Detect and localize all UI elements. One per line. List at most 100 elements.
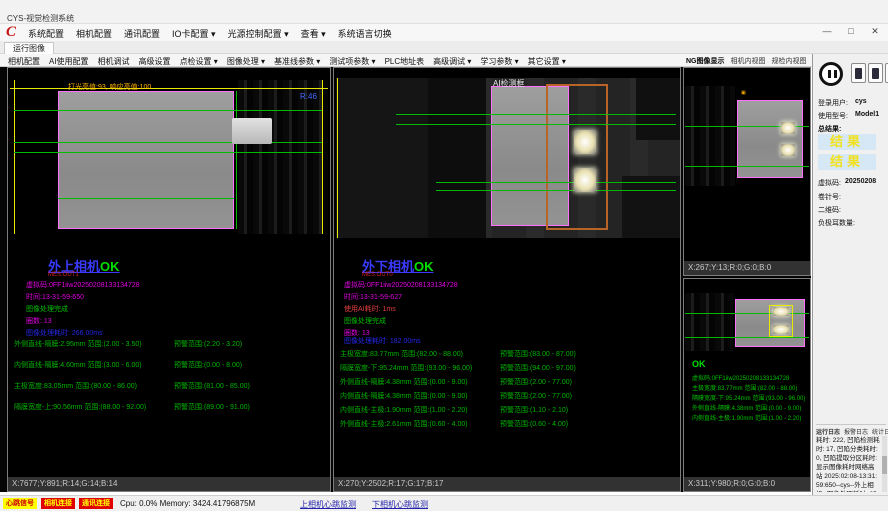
model-value[interactable]: Model1: [855, 111, 879, 118]
warning-range-text: 预警范围:(83.00 - 87.00): [500, 349, 576, 359]
log-tab-run[interactable]: 运行日志: [816, 427, 840, 436]
camera-image-upper[interactable]: 打光亮值:93, 响应亮值:100 R:46: [10, 80, 328, 234]
process-elapsed: 图像处理耗时: 266.00ms: [26, 328, 103, 338]
tab-run-image[interactable]: 运行图像: [4, 42, 54, 54]
upper-camera-heartbeat-link[interactable]: 上相机心跳监测: [300, 499, 356, 510]
measurement-text: 隔膜宽度-上:90.56mm 范围:(88.00 - 92.00): [14, 404, 146, 411]
maximize-icon[interactable]: □: [844, 26, 858, 37]
thumb-line: 外侧直线-隔膜:4.38mm 范围:(0.00 - 9.00): [692, 403, 801, 412]
measurement-row: 主极宽度:83.05mm 范围:(80.00 - 86.00) 预警范围:(81…: [14, 381, 328, 391]
tool-camera-debug[interactable]: 相机调试: [98, 56, 130, 67]
menu-language-switch[interactable]: 系统语言切换: [338, 27, 392, 40]
lower-camera-heartbeat-link[interactable]: 下相机心跳监测: [372, 499, 428, 510]
measurement-row: 外侧直线-主极:2.61mm 范围:(0.60 - 4.00) 预警范围:(0.…: [340, 419, 678, 429]
log-scrollbar[interactable]: [882, 436, 887, 492]
pause-button[interactable]: [819, 62, 843, 86]
total-result-label: 总结果:: [818, 124, 841, 134]
tool-test-params[interactable]: 测试项参数 ▾: [329, 56, 375, 67]
window-title: CYS-视觉检测系统: [7, 13, 74, 24]
log-tab-alarm[interactable]: 报警日志: [844, 427, 868, 436]
measurement-row: 隔膜宽度-上:90.56mm 范围:(88.00 - 92.00) 预警范围:(…: [14, 402, 328, 412]
pause-icon: [834, 70, 837, 78]
camera-1-icon: [855, 68, 862, 79]
menu-comm-config[interactable]: 通讯配置: [124, 27, 160, 40]
thumb-line: 隔膜宽度-下:95.24mm 范围:(93.00 - 96.00): [692, 393, 805, 402]
thumb-image-1[interactable]: ▣: [685, 86, 809, 186]
measurement-row: 隔膜宽度-下:95.24mm 范围:(93.00 - 96.00) 预警范围:(…: [340, 363, 678, 373]
comm-link-status-badge: 通讯连接: [79, 498, 113, 509]
warning-range-text: 预警范围:(2.20 - 3.20): [174, 339, 242, 349]
tool-baseline-params[interactable]: 基准线参数 ▾: [274, 56, 320, 67]
main-area: 打光亮值:93, 响应亮值:100 R:46 外上相机OK MES:OUT1 虚…: [0, 67, 811, 492]
warning-range-text: 预警范围:(2.00 - 77.00): [500, 377, 572, 387]
thumb-tab-camera-view[interactable]: 相机内视图: [731, 56, 766, 66]
warning-range-text: 预警范围:(89.00 - 91.00): [174, 402, 250, 412]
tool-spotcheck-settings[interactable]: 点检设置 ▾: [180, 56, 218, 67]
measurement-row: 外侧直线-隔膜:4.38mm 范围:(0.00 - 9.00) 预警范围:(2.…: [340, 377, 678, 387]
measurement-row: 内侧直线-主极:1.90mm 范围:(1.00 - 2.20) 预警范围:(1.…: [340, 405, 678, 415]
title-bar: CYS-视觉检测系统: [0, 0, 888, 24]
pixel-coordinate-bar: X:270;Y:2502;R:17;G:17;B:17: [334, 477, 680, 491]
vcode-label: 虚拟码:: [818, 178, 841, 188]
measurement-text: 外侧直线-隔膜:4.38mm 范围:(0.00 - 9.00): [340, 379, 468, 386]
tool-other-settings[interactable]: 其它设置 ▾: [528, 56, 566, 67]
log-tab-stats[interactable]: 统计日志: [872, 427, 888, 436]
minimize-icon[interactable]: —: [820, 26, 834, 37]
menu-system-config[interactable]: 系统配置: [28, 27, 64, 40]
ai-detect-label: AI检测框: [493, 78, 525, 89]
capture-time: 时间:13-31-59-650: [26, 292, 84, 302]
camera-image-lower[interactable]: AI检测框: [336, 78, 680, 238]
pause-icon: [828, 70, 831, 78]
close-icon[interactable]: ✕: [868, 26, 882, 37]
pixel-coordinate-bar: X:7677;Y:891;R:14;G:14;B:14: [8, 477, 330, 491]
virtual-code: 虚拟码:0FF1iiw20250208133134728: [344, 280, 458, 290]
tab-strip: 运行图像: [0, 41, 888, 54]
camera-2-button[interactable]: [868, 63, 883, 83]
tool-camera-config[interactable]: 相机配置: [8, 56, 40, 67]
roi-tag: R:46: [300, 92, 317, 101]
result-ok-badge: OK: [100, 259, 120, 274]
tool-plc-address[interactable]: PLC地址表: [385, 56, 425, 67]
connector-part: [232, 118, 272, 144]
warning-range-text: 预警范围:(94.00 - 97.00): [500, 363, 576, 373]
thumb-tab-ng-display[interactable]: NG图像显示: [686, 56, 725, 66]
camera-view-lower[interactable]: AI检测框 外下相机OK MES:OUT0 虚拟码:0FF1iiw2025020…: [333, 67, 681, 492]
menu-light-config[interactable]: 光源控制配置 ▾: [228, 27, 289, 40]
measurement-text: 外侧直线-主极:2.61mm 范围:(0.60 - 4.00): [340, 421, 468, 428]
measurement-text: 隔膜宽度-下:95.24mm 范围:(93.00 - 96.00): [340, 365, 472, 372]
menu-camera-config[interactable]: 相机配置: [76, 27, 112, 40]
measurement-row: 主极宽度:83.77mm 范围:(82.00 - 88.00) 预警范围:(83…: [340, 349, 678, 359]
log-tab-strip: 运行日志 报警日志 统计日志: [816, 424, 886, 436]
menu-io-config[interactable]: IO卡配置 ▾: [172, 27, 216, 40]
ai-detect-box: [546, 84, 608, 230]
login-user-value: cys: [855, 98, 867, 105]
cycle-count: 圈数: 13: [26, 316, 52, 326]
login-user-label: 登录用户:: [818, 98, 848, 108]
run-log-text: 耗时: 222, 凹陷检测耗时: 17, 凹陷分类耗时: 0, 凹陷提取分区耗时…: [816, 436, 880, 492]
measurement-text: 主极宽度:83.05mm 范围:(80.00 - 86.00): [14, 383, 137, 390]
tool-learn-params[interactable]: 学习参数 ▾: [480, 56, 518, 67]
vcode-value: 20250208: [845, 178, 876, 185]
tool-advanced-settings[interactable]: 高级设置: [139, 56, 171, 67]
thumb-line: 虚拟码:0FF1iiw20250208133134728: [692, 373, 789, 382]
thumb-view-1[interactable]: ▣ X:267;Y:13;R:0;G:0;B:0: [683, 67, 811, 276]
thumb-image-2[interactable]: [685, 293, 809, 351]
menu-view[interactable]: 查看 ▾: [301, 27, 326, 40]
tool-image-processing[interactable]: 图像处理 ▾: [227, 56, 265, 67]
thumb-view-2[interactable]: OK 虚拟码:0FF1iiw20250208133134728 主极宽度:83.…: [683, 278, 811, 492]
log-scrollbar-thumb[interactable]: [882, 456, 887, 474]
measurement-row: 外侧直线-隔膜:2.95mm 范围:(2.00 - 3.50) 预警范围:(2.…: [14, 339, 328, 349]
camera-1-button[interactable]: [851, 63, 866, 83]
thumb-line: 主极宽度:83.77mm 范围:(82.00 - 88.00): [692, 383, 797, 392]
tab-count-label: 负极耳数量:: [818, 218, 855, 228]
result-box-upper: 结果: [818, 134, 876, 150]
result-ok-badge: OK: [414, 259, 434, 274]
pin-number-label: 卷针号:: [818, 192, 841, 202]
camera-link-status-badge: 相机连接: [41, 498, 75, 509]
app-logo-icon: C: [6, 24, 16, 41]
tool-ai-config[interactable]: AI使用配置: [49, 56, 89, 67]
camera-view-upper[interactable]: 打光亮值:93, 响应亮值:100 R:46 外上相机OK MES:OUT1 虚…: [7, 67, 331, 492]
pixel-coordinate-bar: X:311;Y:980;R:0;G:0;B:0: [684, 477, 810, 491]
thumb-tab-inspect-view[interactable]: 规检内视图: [772, 56, 807, 66]
tool-advanced-debug[interactable]: 高级调试 ▾: [433, 56, 471, 67]
